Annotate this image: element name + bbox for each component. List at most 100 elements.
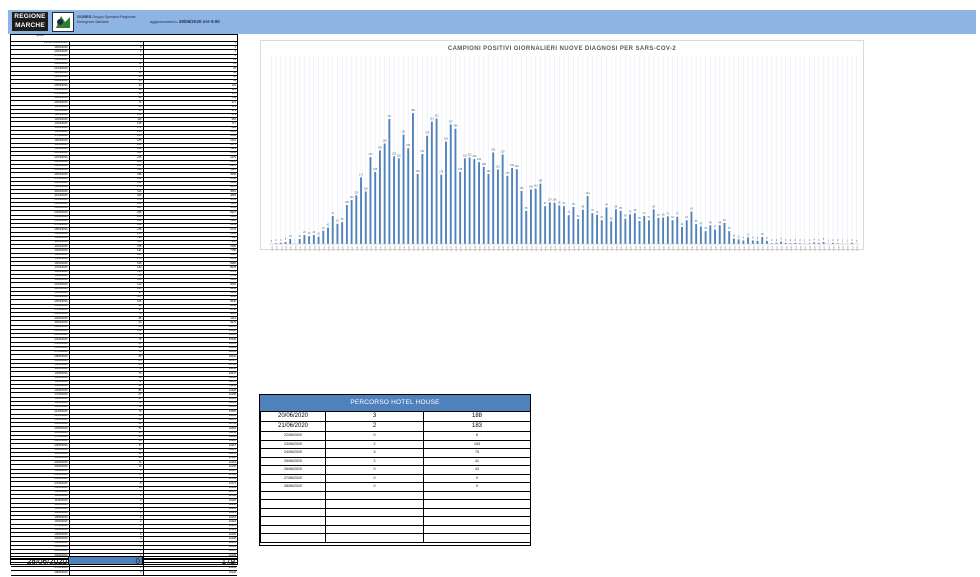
chart-bar bbox=[312, 235, 315, 244]
logo-line2: MARCHE bbox=[15, 21, 45, 29]
chart-bar bbox=[619, 210, 622, 244]
chart-bar bbox=[581, 209, 584, 244]
bar-data-label: 8 bbox=[766, 237, 768, 240]
chart-bar bbox=[695, 224, 698, 244]
hotel-cell-daily: 0 bbox=[325, 473, 424, 483]
x-tick-label: 15/05 bbox=[648, 246, 650, 252]
x-tick-label: 27/06 bbox=[851, 246, 853, 252]
bar-data-label: 64 bbox=[577, 215, 580, 218]
x-tick-label: 22/03 bbox=[393, 246, 395, 252]
x-tick-label: 11/06 bbox=[775, 246, 777, 252]
chart-bar bbox=[714, 229, 716, 244]
x-tick-label: 11/05 bbox=[629, 246, 631, 252]
x-tick-label: 10/04 bbox=[483, 246, 485, 252]
x-tick-label: 08/05 bbox=[615, 246, 617, 252]
x-tick-label: 18/03 bbox=[374, 246, 376, 252]
x-tick-label: 12/04 bbox=[492, 246, 494, 252]
hotel-cell-date: 23/06/2020 bbox=[260, 439, 326, 449]
x-tick-label: 16/03 bbox=[365, 246, 367, 252]
bar-data-label: 136 bbox=[520, 187, 525, 190]
bar-data-label: 9 bbox=[743, 236, 745, 239]
bar-data-label: 61 bbox=[600, 216, 603, 219]
x-tick-label: 05/03 bbox=[313, 246, 315, 252]
hotel-cell-total: 75 bbox=[423, 448, 531, 458]
chart-bar bbox=[638, 221, 641, 244]
hotel-cell-daily: 0 bbox=[325, 431, 424, 441]
chart-bar bbox=[364, 191, 367, 244]
chart-bar bbox=[463, 158, 466, 244]
chart-canvas: 0 2 3 51311323 20 231934427252561001131251711… bbox=[269, 56, 859, 252]
x-tick-label: 26/06 bbox=[846, 246, 848, 252]
chart-bar bbox=[360, 177, 362, 244]
x-tick-label: 30/05 bbox=[719, 246, 721, 252]
bar-data-label: 67 bbox=[657, 214, 660, 217]
hotel-row: 23/06/2020 2 153 bbox=[260, 439, 531, 449]
footer-daily: 0 bbox=[69, 557, 143, 566]
x-tick-label: 29/04 bbox=[572, 246, 574, 252]
chart-bar bbox=[511, 168, 514, 244]
x-tick-label: 16/05 bbox=[653, 246, 655, 252]
chart-bar bbox=[350, 199, 353, 244]
bar-data-label: 23 bbox=[313, 231, 316, 234]
bar-data-label: 61 bbox=[685, 216, 688, 219]
bar-data-label: 240 bbox=[378, 147, 383, 150]
chart-bar bbox=[341, 222, 344, 244]
bar-data-label: 13 bbox=[289, 235, 292, 238]
bar-data-label: 89 bbox=[615, 205, 618, 208]
chart-bar bbox=[426, 135, 429, 244]
bar-data-label: 258 bbox=[383, 140, 388, 143]
bar-data-label: 79 bbox=[591, 209, 594, 212]
hotel-cell-daily: 3 bbox=[325, 411, 424, 422]
chart-bar bbox=[393, 156, 396, 244]
x-tick-label: 13/06 bbox=[785, 246, 787, 252]
chart-bar bbox=[643, 215, 646, 244]
chart-bar bbox=[407, 148, 410, 244]
x-tick-label: 25/05 bbox=[695, 246, 697, 252]
chart-bar bbox=[657, 217, 660, 244]
x-tick-label: 17/06 bbox=[804, 246, 806, 252]
bar-data-label: 2 bbox=[790, 239, 792, 242]
x-tick-label: 03/05 bbox=[591, 246, 593, 252]
hotel-empty-row bbox=[260, 499, 531, 509]
chart-bar bbox=[534, 188, 537, 244]
x-tick-label: 28/02 bbox=[285, 246, 287, 252]
x-tick-label: 23/03 bbox=[398, 246, 400, 252]
chart-bar bbox=[336, 223, 339, 244]
chart-bar bbox=[322, 230, 325, 244]
bar-data-label: 76 bbox=[629, 210, 632, 213]
x-tick-label: 02/06 bbox=[733, 246, 735, 252]
bar-data-label: 123 bbox=[586, 192, 591, 195]
hotel-empty-row bbox=[260, 490, 531, 500]
update-value: 28/06/2020 ore 9.00 bbox=[178, 19, 220, 24]
bar-data-label: 45 bbox=[700, 222, 703, 225]
x-tick-label: 29/03 bbox=[426, 246, 428, 252]
bar-data-label: 185 bbox=[458, 168, 463, 171]
x-tick-label: 16/06 bbox=[799, 246, 801, 252]
chart-bar bbox=[525, 210, 528, 244]
x-tick-label: 04/05 bbox=[596, 246, 598, 252]
hotel-empty-row bbox=[260, 524, 531, 534]
bar-data-label: 180 bbox=[416, 170, 421, 173]
x-tick-label: 19/03 bbox=[379, 246, 381, 252]
chart-bar bbox=[596, 214, 598, 244]
header-band: REGIONE MARCHE GORES Gruppo Operativo Re… bbox=[8, 10, 976, 34]
chart-bar bbox=[308, 236, 311, 244]
chart-bar bbox=[544, 206, 547, 244]
bar-data-label: 9 bbox=[752, 236, 754, 239]
hotel-cell-date: 26/06/2020 bbox=[260, 465, 326, 475]
x-tick-label: 30/04 bbox=[577, 246, 579, 252]
bar-data-label: 65 bbox=[624, 215, 627, 218]
bar-data-label: 191 bbox=[496, 166, 501, 169]
x-tick-label: 18/05 bbox=[662, 246, 664, 252]
x-tick-label: 06/04 bbox=[464, 246, 466, 252]
bar-data-label: 1 bbox=[847, 240, 849, 243]
bar-data-label: 3 bbox=[818, 239, 820, 242]
x-tick-label: 12/06 bbox=[780, 246, 782, 252]
bar-data-label: 3 bbox=[795, 239, 797, 242]
chart-bar bbox=[289, 238, 292, 244]
x-tick-label: 23/05 bbox=[686, 246, 688, 252]
bar-data-label: 106 bbox=[553, 199, 558, 202]
hotel-cell-total: 188 bbox=[423, 411, 531, 422]
hotel-cell-date: 21/06/2020 bbox=[260, 421, 326, 432]
chart-bar bbox=[766, 240, 768, 244]
